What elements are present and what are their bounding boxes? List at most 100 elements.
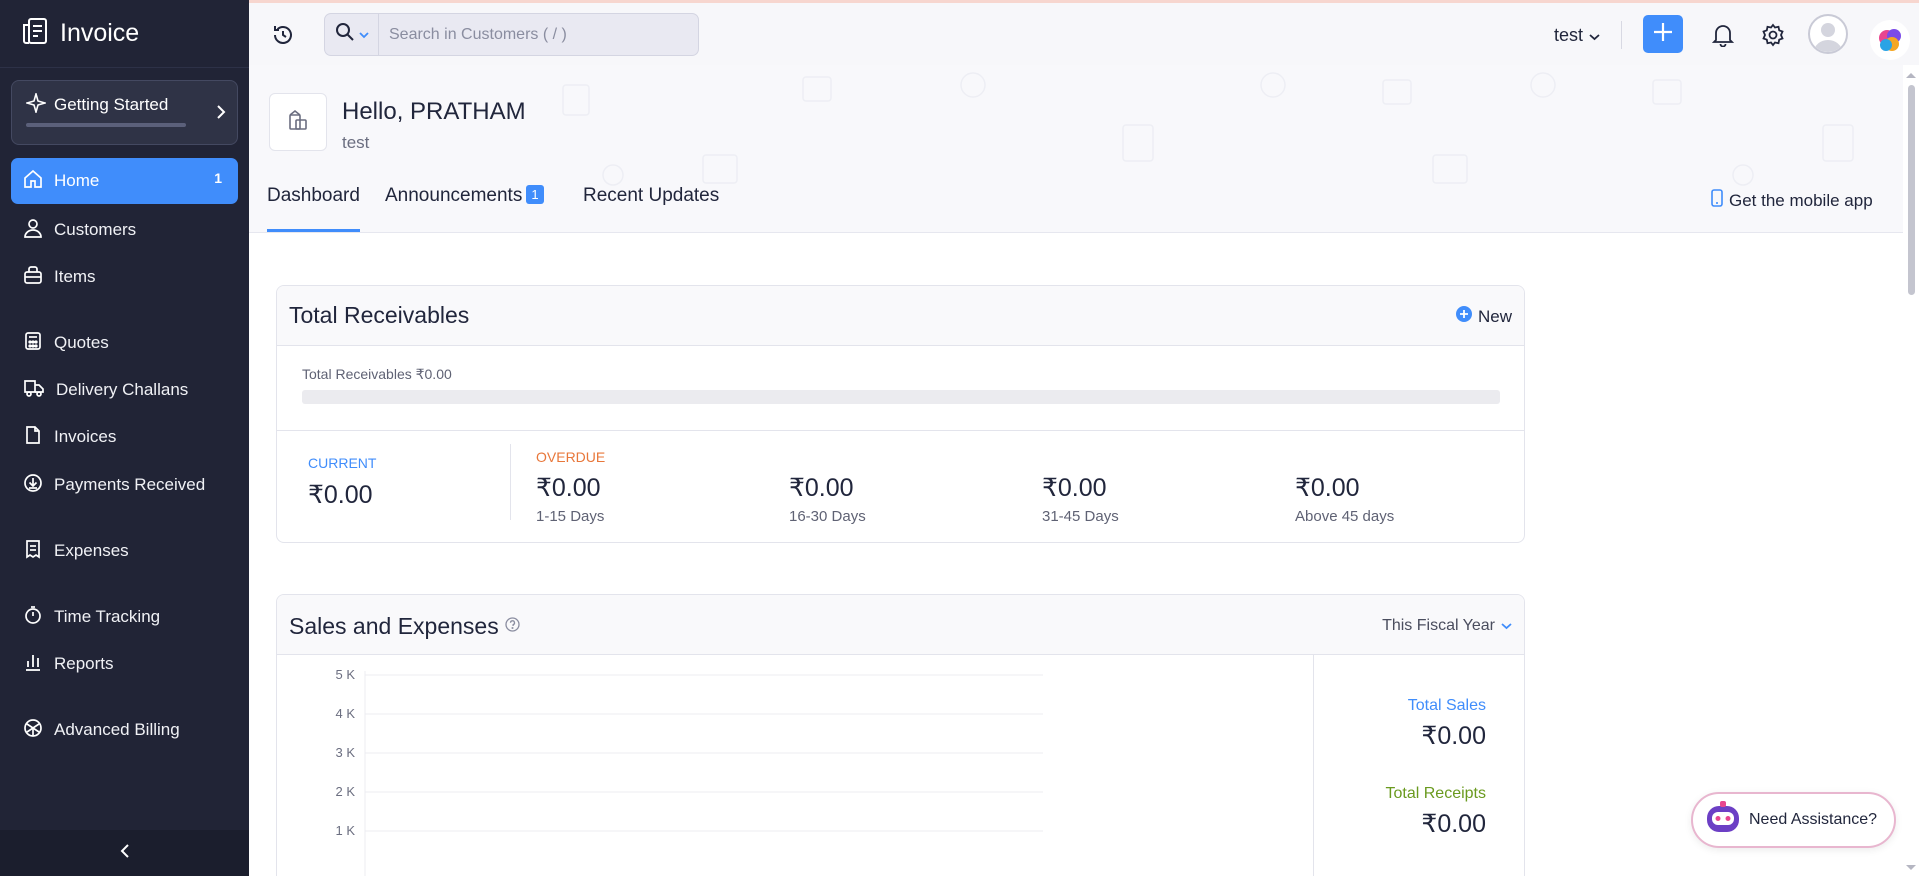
truck-icon — [23, 378, 45, 403]
sidebar-item-label: Reports — [54, 654, 114, 673]
new-receivable-button[interactable]: New — [1455, 306, 1512, 327]
home-badge: 1 — [214, 170, 222, 186]
overdue-amount[interactable]: ₹0.00 — [1295, 473, 1360, 503]
basket-icon — [23, 265, 43, 290]
sidebar-item-items[interactable]: Items — [11, 254, 238, 300]
total-sales-amount: ₹0.00 — [1421, 722, 1486, 750]
tab-label: Announcements — [385, 185, 523, 206]
total-sales-label: Total Sales — [1407, 697, 1486, 714]
help-icon[interactable] — [505, 611, 520, 638]
chevron-down-icon — [1589, 25, 1600, 46]
sidebar-item-label: Invoices — [54, 427, 117, 446]
header-divider — [1621, 21, 1622, 49]
sidebar-item-label: Home — [54, 171, 100, 190]
zia-brain-icon[interactable] — [1870, 20, 1910, 60]
sidebar-item-label: Payments Received — [54, 475, 206, 494]
bot-icon — [1703, 798, 1743, 843]
search-input[interactable] — [381, 14, 691, 55]
scroll-thumb[interactable] — [1908, 85, 1915, 295]
receivables-progress-bar — [302, 390, 1500, 404]
totals-column: Total Sales ₹0.00 Total Receipts ₹0.00 — [1313, 655, 1524, 876]
calculator-icon — [23, 331, 43, 356]
new-label: New — [1477, 306, 1512, 326]
org-switcher[interactable]: test — [1554, 25, 1600, 46]
brand[interactable]: Invoice — [0, 0, 249, 68]
sidebar-item-reports[interactable]: Reports — [11, 641, 238, 687]
card-title: Sales and Expenses — [289, 611, 520, 640]
greeting: Hello, PRATHAM — [342, 98, 526, 125]
scroll-up-icon[interactable] — [1903, 69, 1919, 81]
sidebar-item-customers[interactable]: Customers — [11, 207, 238, 253]
plus-circle-icon — [1455, 306, 1472, 327]
tab-announcements[interactable]: Announcements 1 — [385, 185, 544, 232]
mobile-app-link[interactable]: Get the mobile app — [1711, 189, 1873, 212]
need-assistance-button[interactable]: Need Assistance? — [1691, 792, 1896, 848]
org-name: test — [1554, 25, 1584, 45]
sidebar-item-label: Expenses — [54, 541, 129, 560]
sidebar-item-advanced-billing[interactable]: Advanced Billing — [11, 707, 238, 753]
app-title: Invoice — [60, 19, 140, 47]
sidebar-item-invoices[interactable]: Invoices — [11, 414, 238, 460]
sidebar-item-label: Quotes — [54, 333, 109, 352]
quick-create-button[interactable] — [1643, 15, 1683, 53]
tab-recent-updates[interactable]: Recent Updates — [583, 185, 720, 232]
chevron-down-icon — [1501, 617, 1512, 635]
card-title-text: Sales and Expenses — [289, 613, 499, 639]
period-dropdown[interactable]: This Fiscal Year — [1382, 617, 1512, 635]
sidebar-item-delivery-challans[interactable]: Delivery Challans — [11, 367, 238, 413]
sidebar-item-home[interactable]: Home 1 — [11, 158, 238, 204]
total-receipts-amount: ₹0.00 — [1421, 810, 1486, 838]
getting-started-label: Getting Started — [54, 95, 169, 114]
y-tick-label: 5 K — [335, 667, 355, 682]
tab-label: Recent Updates — [583, 185, 720, 206]
period-label: This Fiscal Year — [1382, 617, 1495, 634]
card-header: Sales and Expenses This Fiscal Year — [277, 595, 1524, 655]
top-header: test — [249, 3, 1919, 65]
bar-chart-icon — [23, 652, 43, 677]
chevron-left-icon — [119, 842, 131, 865]
avatar[interactable] — [1808, 14, 1848, 54]
overdue-days: 31-45 Days — [1042, 508, 1119, 525]
overdue-amount[interactable]: ₹0.00 — [1042, 473, 1107, 503]
gear-icon[interactable] — [1761, 23, 1785, 52]
total-receivables-card: Total Receivables New Total Receivables … — [276, 285, 1525, 543]
chevron-right-icon — [215, 103, 227, 126]
current-amount: ₹0.00 — [308, 481, 373, 509]
need-assistance-label: Need Assistance? — [1749, 811, 1878, 828]
sidebar-item-expenses[interactable]: Expenses — [11, 528, 238, 574]
getting-started-card[interactable]: Getting Started — [11, 80, 238, 145]
sidebar-item-label: Delivery Challans — [56, 380, 189, 399]
receipt-icon — [23, 539, 43, 564]
sidebar-item-quotes[interactable]: Quotes — [11, 320, 238, 366]
tab-dashboard[interactable]: Dashboard — [267, 185, 360, 232]
scrollbar[interactable] — [1903, 65, 1919, 876]
stopwatch-icon — [23, 605, 43, 630]
chevron-down-icon — [358, 26, 369, 44]
overdue-amount[interactable]: ₹0.00 — [789, 473, 854, 503]
dashboard-hero: Hello, PRATHAM test Dashboard Announceme… — [249, 65, 1903, 233]
tab-label: Dashboard — [267, 185, 360, 206]
collapse-sidebar-button[interactable] — [0, 830, 249, 876]
home-icon — [23, 169, 43, 194]
payment-icon — [23, 473, 43, 498]
sales-expenses-card: Sales and Expenses This Fiscal Year 5 K 4… — [276, 594, 1525, 876]
scroll-down-icon[interactable] — [1903, 862, 1919, 874]
sidebar-item-time-tracking[interactable]: Time Tracking — [11, 594, 238, 640]
search-scope-button[interactable] — [325, 14, 379, 55]
y-tick-label: 2 K — [335, 784, 355, 799]
overdue-days: Above 45 days — [1295, 508, 1395, 525]
org-logo[interactable] — [269, 93, 327, 151]
card-title: Total Receivables — [289, 302, 470, 328]
sidebar-item-label: Advanced Billing — [54, 720, 180, 739]
sidebar-item-label: Items — [54, 267, 96, 286]
bell-icon[interactable] — [1711, 23, 1735, 52]
user-icon — [23, 218, 43, 243]
mobile-app-label: Get the mobile app — [1729, 190, 1873, 210]
overdue-days: 1-15 Days — [536, 508, 605, 525]
card-header: Total Receivables New — [277, 286, 1524, 346]
history-icon[interactable] — [271, 23, 295, 52]
sidebar-item-payments-received[interactable]: Payments Received — [11, 462, 238, 508]
sidebar-item-label: Customers — [54, 220, 137, 239]
sales-expenses-chart: 5 K 4 K 3 K 2 K 1 K — [335, 667, 1043, 876]
overdue-amount[interactable]: ₹0.00 — [536, 473, 601, 503]
